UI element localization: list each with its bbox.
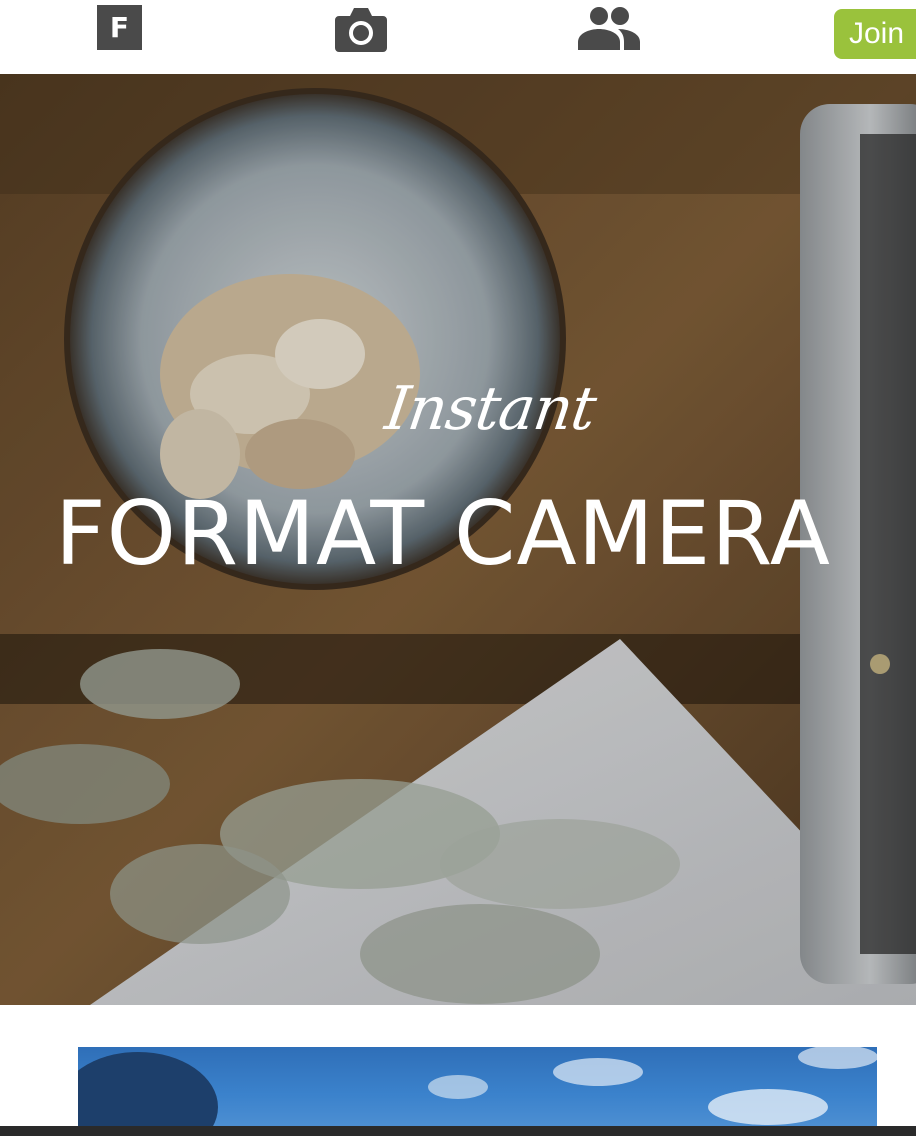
hero-kicker: Instant: [381, 374, 600, 444]
join-button-label: Join: [849, 17, 905, 50]
bottom-strip: [0, 1126, 916, 1136]
hero-title: FORMAT CAMERA: [55, 482, 831, 585]
top-nav-bar: F Join: [0, 0, 916, 74]
site-logo[interactable]: F: [97, 5, 142, 50]
people-icon[interactable]: [578, 6, 640, 50]
camera-icon[interactable]: [335, 4, 387, 52]
content-image-sky: [78, 1047, 877, 1127]
join-button[interactable]: Join: [834, 9, 916, 59]
hero-banner: Instant FORMAT CAMERA: [0, 74, 916, 1005]
logo-letter: F: [109, 11, 130, 44]
